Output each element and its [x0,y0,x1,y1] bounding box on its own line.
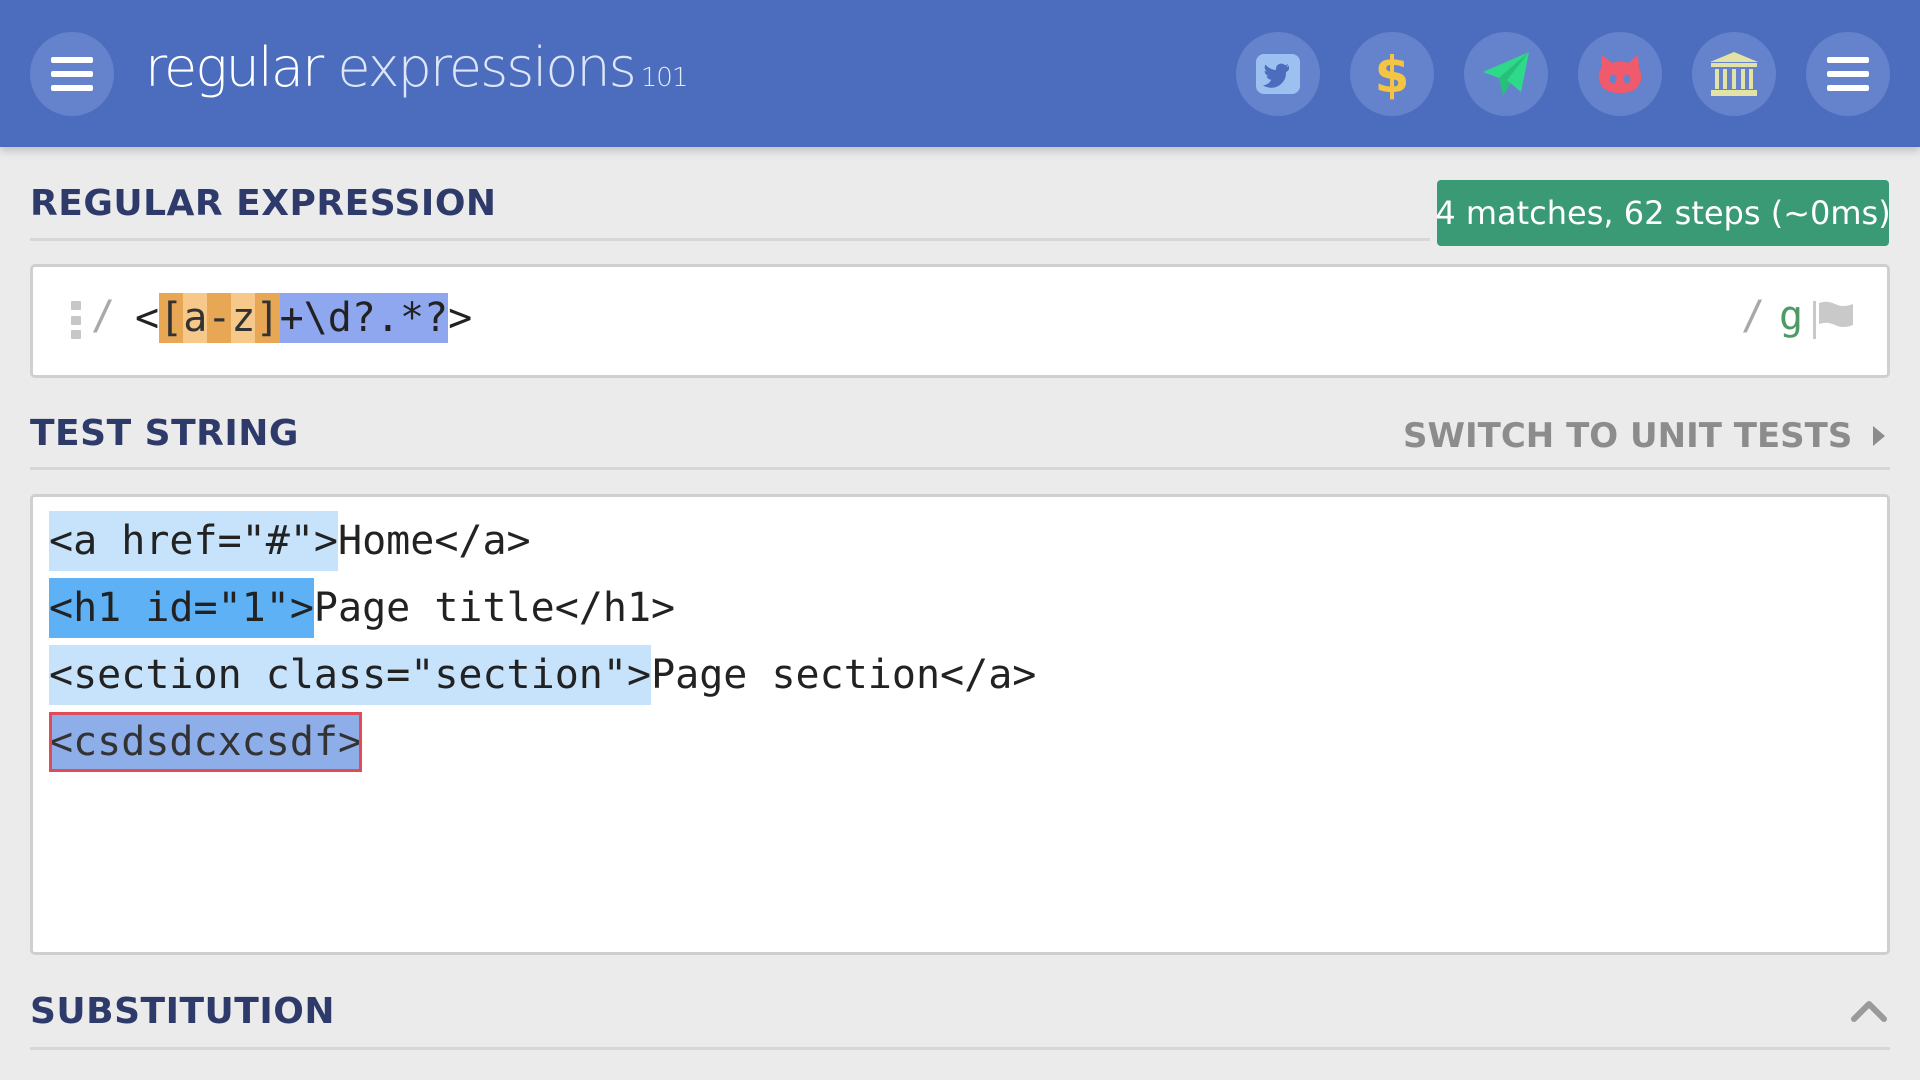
match-highlight: <section class="section"> [49,645,652,705]
twitter-icon [1256,54,1300,94]
share-button[interactable] [1464,32,1548,116]
test-string-line[interactable]: <section class="section"> Page section</a… [49,645,1036,705]
match-highlight: <h1 id="1"> [49,578,314,638]
regex-token: [ [159,293,184,343]
unmatched-text: Home</a> [337,518,531,564]
match-highlight: <csdsdcxcsdf> [49,712,363,772]
logo-version: 101 [640,63,689,93]
library-icon [1710,52,1758,96]
send-icon [1483,52,1529,96]
drag-handle-icon[interactable] [71,301,81,339]
regex-token: - [207,293,232,343]
top-bar: regular expressions 101 $ [0,0,1920,147]
test-string-line[interactable]: <h1 id="1"> Page title</h1> [49,578,675,638]
match-info-badge: 4 matches, 62 steps (~0ms) [1435,180,1891,246]
substitution-section-title: SUBSTITUTION [30,991,335,1032]
test-string-editor[interactable]: <a href="#"> Home</a> <h1 id="1"> Page titl… [30,494,1890,955]
dollar-icon: $ [1375,48,1409,100]
logo-word-regular: regular [145,36,324,99]
menu-button[interactable] [30,32,114,116]
regex-token: ] [255,293,280,343]
switch-label: SWITCH TO UNIT TESTS [1403,416,1853,456]
regex-token: +\d?.*? [279,293,449,343]
app-logo[interactable]: regular expressions 101 [145,36,689,106]
regex-section-title: REGULAR EXPRESSION [30,183,497,224]
logo-word-expressions: expressions [322,36,636,99]
unmatched-text: Page title</h1> [313,585,676,631]
regex-token: z [231,293,256,343]
unmatched-text: Page section</a> [651,652,1037,698]
menu-icon [1827,57,1869,91]
svg-text:$: $ [1375,48,1409,100]
regex-flags[interactable]: g [1779,293,1803,339]
regex-token: > [448,295,473,341]
regex-input[interactable]: / <[a - z] +\d?.*? > / g [30,264,1890,378]
match-highlight: <a href="#"> [49,511,338,571]
test-string-line[interactable]: <csdsdcxcsdf> [49,712,363,772]
twitter-button[interactable] [1236,32,1320,116]
chevron-up-icon[interactable] [1851,998,1887,1022]
regex-token: < [135,295,160,341]
menu-icon [51,57,93,91]
regex-token: a [183,293,208,343]
divider [30,1047,1890,1050]
switch-to-unit-tests-link[interactable]: SWITCH TO UNIT TESTS [1403,413,1886,459]
library-button[interactable] [1692,32,1776,116]
regex-open-delimiter: / [91,293,116,339]
donate-button[interactable]: $ [1350,32,1434,116]
regex-close-delimiter: / [1741,293,1766,339]
divider [30,238,1430,241]
test-section-title: TEST STRING [30,413,299,454]
flag-icon[interactable] [1811,301,1855,339]
caret-right-icon [1873,426,1886,446]
test-string-line[interactable]: <a href="#"> Home</a> [49,511,531,571]
divider [30,467,1890,470]
github-icon [1598,55,1642,93]
settings-menu-button[interactable] [1806,32,1890,116]
github-button[interactable] [1578,32,1662,116]
regex-pattern[interactable]: <[a - z] +\d?.*? > [135,293,472,343]
